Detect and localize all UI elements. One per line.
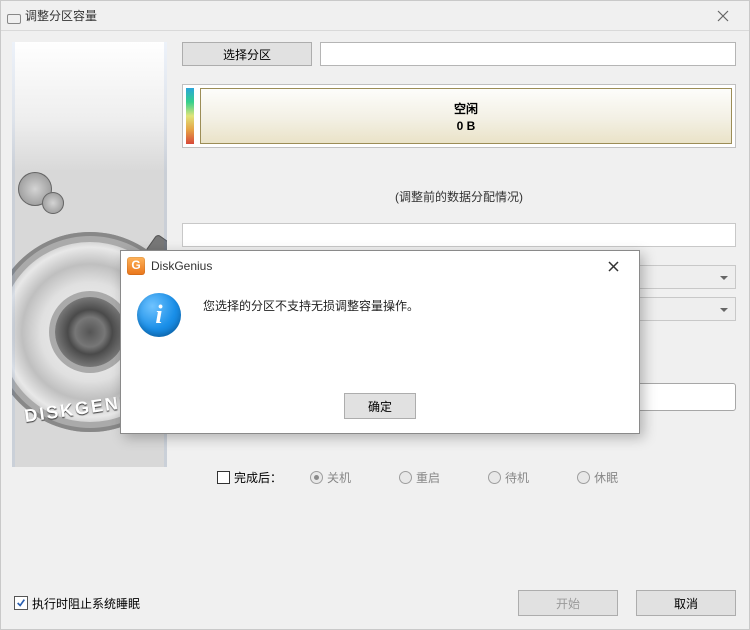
window-title: 调整分区容量: [25, 7, 703, 24]
app-small-icon: [5, 8, 21, 24]
cancel-button[interactable]: 取消: [636, 590, 736, 616]
radio-shutdown-label: 关机: [327, 469, 351, 486]
field-1[interactable]: [182, 223, 736, 247]
radio-hibernate[interactable]: 休眠: [577, 469, 618, 486]
message-box-close-button[interactable]: [593, 255, 633, 277]
after-complete-label: 完成后：: [234, 469, 282, 486]
diskgenius-app-icon: G: [127, 257, 145, 275]
message-box-title: DiskGenius: [151, 259, 212, 273]
checkmark-icon: [16, 598, 26, 608]
ok-button[interactable]: 确定: [344, 393, 416, 419]
partition-color-bar: [186, 88, 194, 144]
resize-partition-dialog: 调整分区容量 DISKGENIUS 选择分区 空闲 0 B: [0, 0, 750, 630]
client-area: DISKGENIUS 选择分区 空闲 0 B (调整前的数据分配情况): [2, 32, 748, 628]
message-text: 您选择的分区不支持无损调整容量操作。: [203, 297, 419, 314]
partition-size: 0 B: [457, 119, 476, 133]
message-box: G DiskGenius i 您选择的分区不支持无损调整容量操作。 确定: [120, 250, 640, 434]
radio-shutdown[interactable]: 关机: [310, 469, 351, 486]
chevron-down-icon: [719, 304, 729, 314]
selected-partition-field[interactable]: [320, 42, 736, 66]
titlebar: 调整分区容量: [1, 1, 749, 31]
prevent-sleep-checkbox[interactable]: [14, 596, 28, 610]
info-icon: i: [137, 293, 181, 337]
message-box-titlebar: G DiskGenius: [121, 251, 639, 281]
close-icon: [717, 10, 729, 22]
pre-adjust-caption: (调整前的数据分配情况): [182, 188, 736, 205]
radio-standby[interactable]: 待机: [488, 469, 529, 486]
partition-name: 空闲: [454, 100, 478, 117]
after-complete-options: 完成后： 关机 重启 待机 休眠: [182, 469, 736, 486]
bottom-bar: 执行时阻止系统睡眠 开始 取消: [14, 588, 736, 618]
radio-circle-icon: [577, 471, 590, 484]
radio-circle-icon: [488, 471, 501, 484]
select-partition-button[interactable]: 选择分区: [182, 42, 312, 66]
radio-circle-icon: [310, 471, 323, 484]
radio-reboot-label: 重启: [416, 469, 440, 486]
radio-reboot[interactable]: 重启: [399, 469, 440, 486]
start-button[interactable]: 开始: [518, 590, 618, 616]
close-icon: [608, 261, 619, 272]
radio-standby-label: 待机: [505, 469, 529, 486]
radio-hibernate-label: 休眠: [594, 469, 618, 486]
partition-free-block[interactable]: 空闲 0 B: [200, 88, 732, 144]
prevent-sleep-label: 执行时阻止系统睡眠: [32, 595, 140, 612]
partition-map[interactable]: 空闲 0 B: [182, 84, 736, 148]
window-close-button[interactable]: [703, 4, 743, 28]
after-complete-checkbox[interactable]: [217, 471, 230, 484]
chevron-down-icon: [719, 272, 729, 282]
radio-circle-icon: [399, 471, 412, 484]
